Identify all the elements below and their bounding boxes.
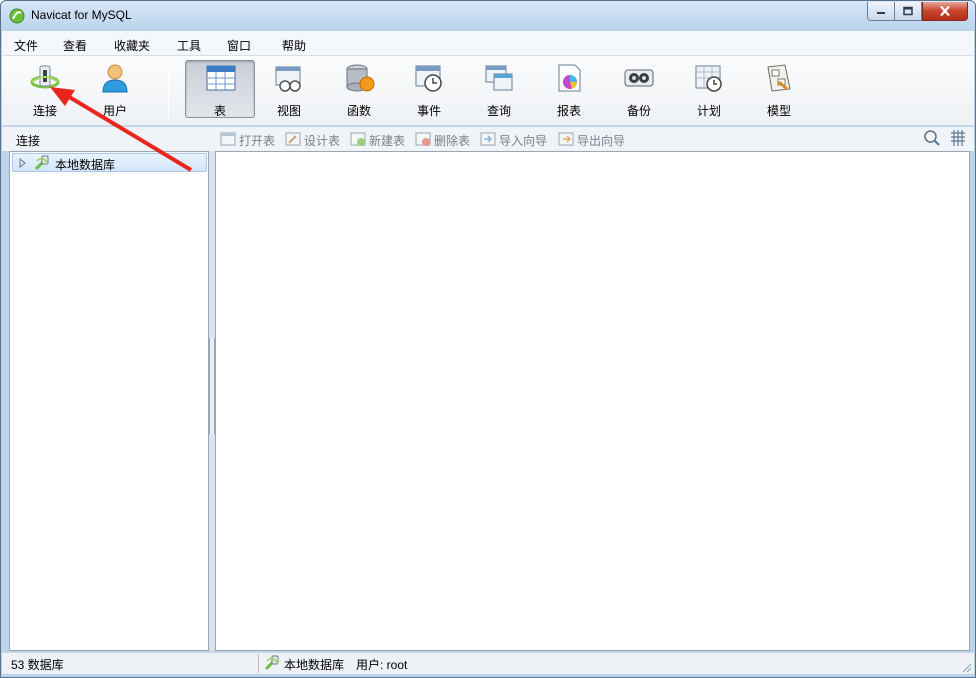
main-toolbar: 连接 用户 表 视图 函数 事件 查询 报表 备份 计划 模型: [2, 56, 974, 126]
app-window: Navicat for MySQL 文件 查看 收藏夹 工具 窗口 帮助 连接: [0, 0, 976, 678]
model-button[interactable]: 模型: [749, 60, 809, 118]
schedule-icon: [695, 65, 722, 92]
close-icon: [940, 5, 950, 17]
open-table-icon: [220, 132, 236, 146]
design-table-icon: [285, 132, 301, 146]
menu-view[interactable]: 查看: [63, 37, 87, 54]
function-button[interactable]: 函数: [329, 60, 389, 118]
connection-tree-pane: 本地数据库: [9, 151, 209, 651]
report-icon: [558, 64, 581, 92]
query-icon: [485, 65, 513, 91]
schedule-button[interactable]: 计划: [679, 60, 739, 118]
new-table-icon: [350, 132, 366, 146]
menu-help[interactable]: 帮助: [282, 37, 306, 54]
window-title: Navicat for MySQL: [31, 8, 132, 22]
import-wizard-button[interactable]: 导入向导: [480, 130, 552, 148]
function-icon: [346, 64, 375, 92]
title-bar[interactable]: Navicat for MySQL: [1, 1, 975, 31]
connection-icon: [30, 65, 60, 89]
close-button[interactable]: [922, 2, 968, 21]
view-icon: [275, 66, 301, 92]
menu-tools[interactable]: 工具: [177, 37, 201, 54]
connection-label: 连接: [32, 104, 57, 118]
export-wizard-icon: [558, 132, 574, 146]
report-button[interactable]: 报表: [539, 60, 599, 118]
user-label: 用户: [102, 104, 127, 118]
menu-bar: 文件 查看 收藏夹 工具 窗口 帮助: [2, 31, 974, 56]
connection-button[interactable]: 连接: [15, 60, 75, 118]
mysql-connection-icon: [34, 155, 49, 171]
database-count: 53 数据库: [11, 658, 64, 672]
expand-arrow-icon[interactable]: [19, 158, 27, 168]
grid-view-icon[interactable]: [949, 129, 967, 147]
tree-item-label: 本地数据库: [55, 158, 116, 172]
event-button[interactable]: 事件: [399, 60, 459, 118]
minimize-icon: [877, 12, 885, 14]
toolbar-separator: [168, 62, 169, 120]
event-label: 事件: [416, 104, 441, 118]
model-label: 模型: [766, 104, 791, 118]
menu-window[interactable]: 窗口: [227, 37, 251, 54]
object-toolbar: 连接 打开表 设计表 新建表 删除表 导入向导 导出向导: [2, 127, 974, 151]
backup-icon: [624, 69, 654, 87]
report-label: 报表: [556, 104, 581, 118]
function-label: 函数: [346, 104, 371, 118]
status-connection: 本地数据库: [284, 658, 345, 672]
maximize-button[interactable]: [895, 2, 922, 21]
design-table-button[interactable]: 设计表: [285, 130, 345, 148]
view-label: 视图: [276, 104, 301, 118]
table-label: 表: [213, 104, 226, 118]
model-icon: [767, 64, 791, 92]
new-table-button[interactable]: 新建表: [350, 130, 410, 148]
open-table-button[interactable]: 打开表: [220, 130, 280, 148]
status-bar: 53 数据库 本地数据库 用户: root: [2, 652, 974, 674]
user-button[interactable]: 用户: [85, 60, 145, 118]
user-icon: [102, 64, 128, 93]
table-icon: [206, 65, 236, 91]
status-separator: [258, 654, 259, 673]
mysql-connection-icon: [264, 655, 279, 671]
menu-file[interactable]: 文件: [14, 37, 38, 54]
delete-table-icon: [415, 132, 431, 146]
resize-grip-icon[interactable]: [960, 661, 972, 673]
minimize-button[interactable]: [867, 2, 895, 21]
event-icon: [415, 65, 442, 92]
status-user: 用户: root: [356, 658, 408, 672]
menu-favorites[interactable]: 收藏夹: [114, 37, 150, 54]
view-button[interactable]: 视图: [259, 60, 319, 118]
query-label: 查询: [486, 104, 511, 118]
import-wizard-icon: [480, 132, 496, 146]
connection-pane-title: 连接: [16, 134, 41, 148]
delete-table-button[interactable]: 删除表: [415, 130, 475, 148]
export-wizard-button[interactable]: 导出向导: [558, 130, 630, 148]
tree-item-local-database[interactable]: 本地数据库: [12, 153, 207, 172]
query-button[interactable]: 查询: [469, 60, 529, 118]
schedule-label: 计划: [696, 104, 721, 118]
navicat-logo-icon: [9, 8, 25, 24]
backup-label: 备份: [626, 104, 651, 118]
table-button[interactable]: 表: [185, 60, 255, 118]
backup-button[interactable]: 备份: [609, 60, 669, 118]
search-icon[interactable]: [923, 129, 941, 147]
object-list-pane[interactable]: [215, 151, 970, 651]
maximize-icon: [903, 6, 913, 16]
